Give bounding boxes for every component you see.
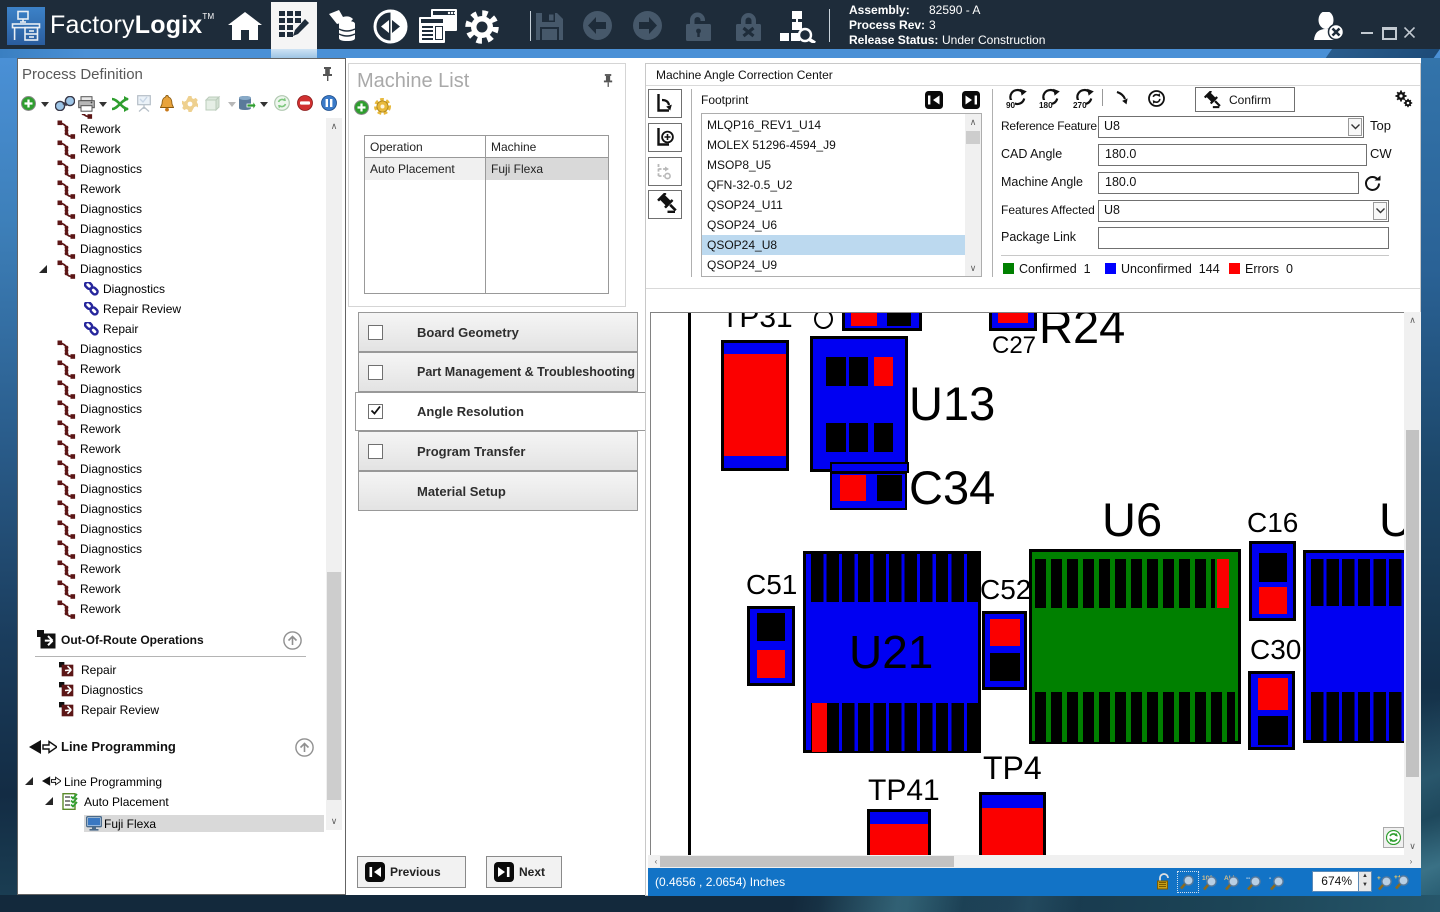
svg-text:90: 90 [1006, 101, 1016, 109]
svg-text:270: 270 [1073, 101, 1087, 109]
svg-text:--: -- [1246, 875, 1250, 882]
svg-text:180: 180 [1039, 101, 1053, 109]
svg-text:+: + [1377, 875, 1381, 882]
svg-text:-: - [1269, 875, 1271, 882]
